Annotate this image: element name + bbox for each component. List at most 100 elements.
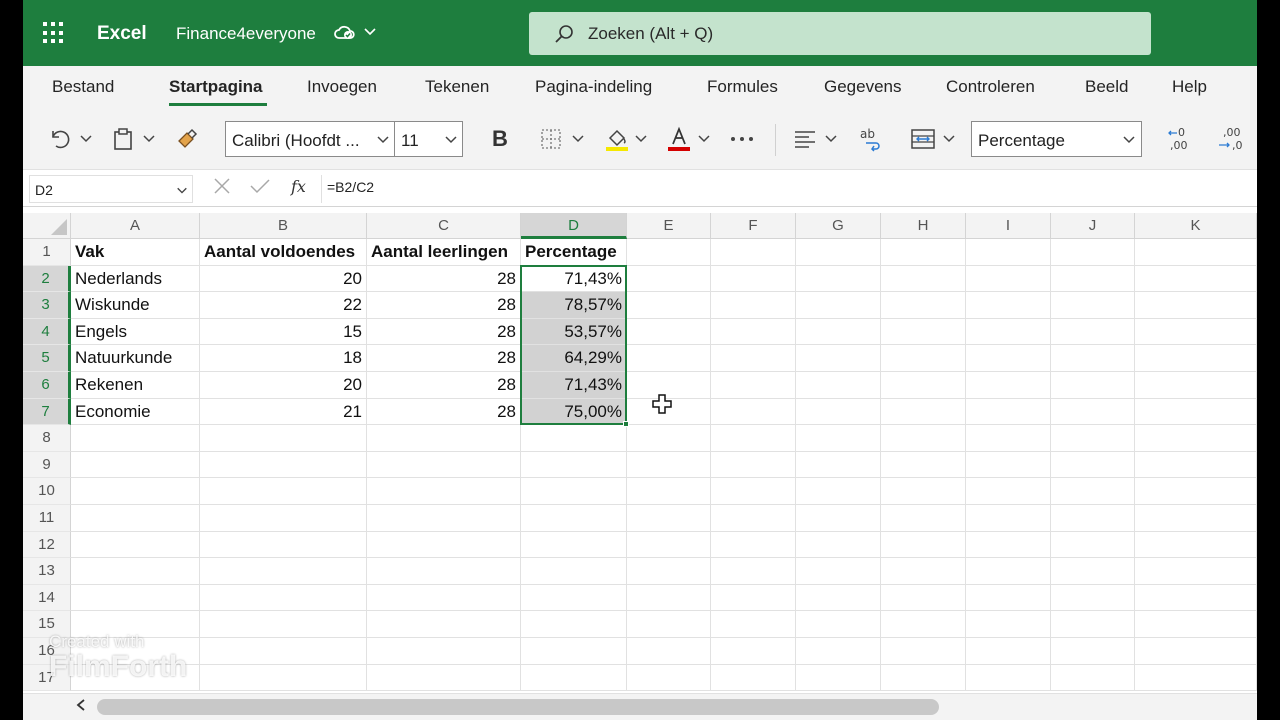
cell-i16[interactable] bbox=[966, 638, 1051, 665]
cell-i8[interactable] bbox=[966, 425, 1051, 452]
cell-b15[interactable] bbox=[200, 611, 367, 638]
worksheet-grid[interactable]: A B C D E F G H I J K 1 Vak Aantal voldoendes Aantal l… bbox=[23, 213, 1257, 693]
column-header-e[interactable]: E bbox=[627, 213, 711, 239]
cell-i1[interactable] bbox=[966, 239, 1051, 266]
cell-i3[interactable] bbox=[966, 292, 1051, 319]
search-box[interactable]: Zoeken (Alt + Q) bbox=[529, 12, 1151, 55]
cell-e8[interactable] bbox=[627, 425, 711, 452]
cell-i4[interactable] bbox=[966, 318, 1051, 346]
cell-i14[interactable] bbox=[966, 584, 1051, 612]
cell-k10[interactable] bbox=[1135, 478, 1257, 505]
cell-c11[interactable] bbox=[367, 505, 521, 532]
row-header-2[interactable]: 2 bbox=[23, 265, 71, 293]
cell-k16[interactable] bbox=[1135, 638, 1257, 665]
chevron-down-icon[interactable] bbox=[444, 132, 458, 151]
format-painter-icon[interactable] bbox=[173, 125, 201, 153]
row-header-3[interactable]: 3 bbox=[23, 292, 71, 319]
cell-f4[interactable] bbox=[711, 318, 796, 346]
tab-formules[interactable]: Formules bbox=[707, 77, 778, 97]
cell-k15[interactable] bbox=[1135, 611, 1257, 638]
app-name[interactable]: Excel bbox=[97, 23, 147, 45]
cancel-icon[interactable] bbox=[213, 177, 231, 201]
row-header-12[interactable]: 12 bbox=[23, 531, 71, 559]
cell-c2[interactable]: 28 bbox=[367, 265, 521, 293]
cell-c12[interactable] bbox=[367, 531, 521, 559]
cell-a7[interactable]: Economie bbox=[71, 398, 200, 426]
column-header-g[interactable]: G bbox=[796, 213, 881, 239]
cell-d9[interactable] bbox=[521, 451, 627, 479]
scrollbar-thumb[interactable] bbox=[97, 699, 939, 715]
cell-e2[interactable] bbox=[627, 265, 711, 293]
cell-j7[interactable] bbox=[1051, 398, 1135, 426]
row-header-5[interactable]: 5 bbox=[23, 345, 71, 372]
cell-g17[interactable] bbox=[796, 664, 881, 692]
cell-b17[interactable] bbox=[200, 664, 367, 692]
cell-d10[interactable] bbox=[521, 478, 627, 505]
tab-startpagina[interactable]: Startpagina bbox=[169, 77, 263, 97]
cell-b2[interactable]: 20 bbox=[200, 265, 367, 293]
cell-c4[interactable]: 28 bbox=[367, 318, 521, 346]
cell-a3[interactable]: Wiskunde bbox=[71, 292, 200, 319]
align-icon[interactable] bbox=[791, 125, 819, 153]
cell-a14[interactable] bbox=[71, 584, 200, 612]
column-header-a[interactable]: A bbox=[71, 213, 200, 239]
cell-e17[interactable] bbox=[627, 664, 711, 692]
chevron-down-icon[interactable] bbox=[376, 132, 390, 151]
number-format-select[interactable]: Percentage bbox=[971, 121, 1142, 157]
row-header-16[interactable]: 16 bbox=[23, 638, 71, 665]
cell-d13[interactable] bbox=[521, 558, 627, 585]
cell-j17[interactable] bbox=[1051, 664, 1135, 692]
checkmark-icon[interactable] bbox=[249, 177, 271, 200]
cell-e5[interactable] bbox=[627, 345, 711, 372]
chevron-down-icon[interactable] bbox=[824, 131, 838, 145]
cell-b14[interactable] bbox=[200, 584, 367, 612]
cell-h9[interactable] bbox=[881, 451, 966, 479]
cell-d7[interactable]: 75,00% bbox=[521, 398, 627, 426]
increase-decimal-icon[interactable]: ,00,0 bbox=[1217, 125, 1247, 153]
row-header-9[interactable]: 9 bbox=[23, 451, 71, 479]
cell-b8[interactable] bbox=[200, 425, 367, 452]
cell-h1[interactable] bbox=[881, 239, 966, 266]
cell-d17[interactable] bbox=[521, 664, 627, 692]
cell-g5[interactable] bbox=[796, 345, 881, 372]
font-color-icon[interactable] bbox=[665, 125, 693, 153]
cell-f14[interactable] bbox=[711, 584, 796, 612]
cell-a6[interactable]: Rekenen bbox=[71, 372, 200, 399]
cell-h15[interactable] bbox=[881, 611, 966, 638]
cell-f2[interactable] bbox=[711, 265, 796, 293]
cell-f7[interactable] bbox=[711, 398, 796, 426]
undo-icon[interactable] bbox=[45, 125, 73, 153]
cell-g4[interactable] bbox=[796, 318, 881, 346]
cell-f15[interactable] bbox=[711, 611, 796, 638]
chevron-down-icon[interactable] bbox=[79, 131, 93, 145]
tab-invoegen[interactable]: Invoegen bbox=[307, 77, 377, 97]
column-header-c[interactable]: C bbox=[367, 213, 521, 239]
cell-c1[interactable]: Aantal leerlingen bbox=[367, 239, 521, 266]
row-header-10[interactable]: 10 bbox=[23, 478, 71, 505]
fill-handle[interactable] bbox=[623, 421, 629, 428]
cell-a10[interactable] bbox=[71, 478, 200, 505]
tab-help[interactable]: Help bbox=[1172, 77, 1207, 97]
row-header-11[interactable]: 11 bbox=[23, 505, 71, 532]
cell-c13[interactable] bbox=[367, 558, 521, 585]
cell-i5[interactable] bbox=[966, 345, 1051, 372]
cell-k6[interactable] bbox=[1135, 372, 1257, 399]
chevron-down-icon[interactable] bbox=[942, 131, 956, 145]
select-all-button[interactable] bbox=[23, 213, 71, 239]
chevron-down-icon[interactable] bbox=[634, 131, 648, 145]
chevron-down-icon[interactable] bbox=[1122, 132, 1136, 151]
decrease-decimal-icon[interactable]: 0,00 bbox=[1167, 125, 1197, 153]
cell-b5[interactable]: 18 bbox=[200, 345, 367, 372]
cell-a1[interactable]: Vak bbox=[71, 239, 200, 266]
cell-d14[interactable] bbox=[521, 584, 627, 612]
borders-icon[interactable] bbox=[537, 125, 565, 153]
cell-k11[interactable] bbox=[1135, 505, 1257, 532]
cell-j16[interactable] bbox=[1051, 638, 1135, 665]
cell-f1[interactable] bbox=[711, 239, 796, 266]
chevron-down-icon[interactable] bbox=[363, 24, 377, 41]
merge-cells-icon[interactable] bbox=[909, 125, 937, 153]
cell-g1[interactable] bbox=[796, 239, 881, 266]
cell-i10[interactable] bbox=[966, 478, 1051, 505]
cell-c17[interactable] bbox=[367, 664, 521, 692]
row-header-4[interactable]: 4 bbox=[23, 318, 71, 346]
